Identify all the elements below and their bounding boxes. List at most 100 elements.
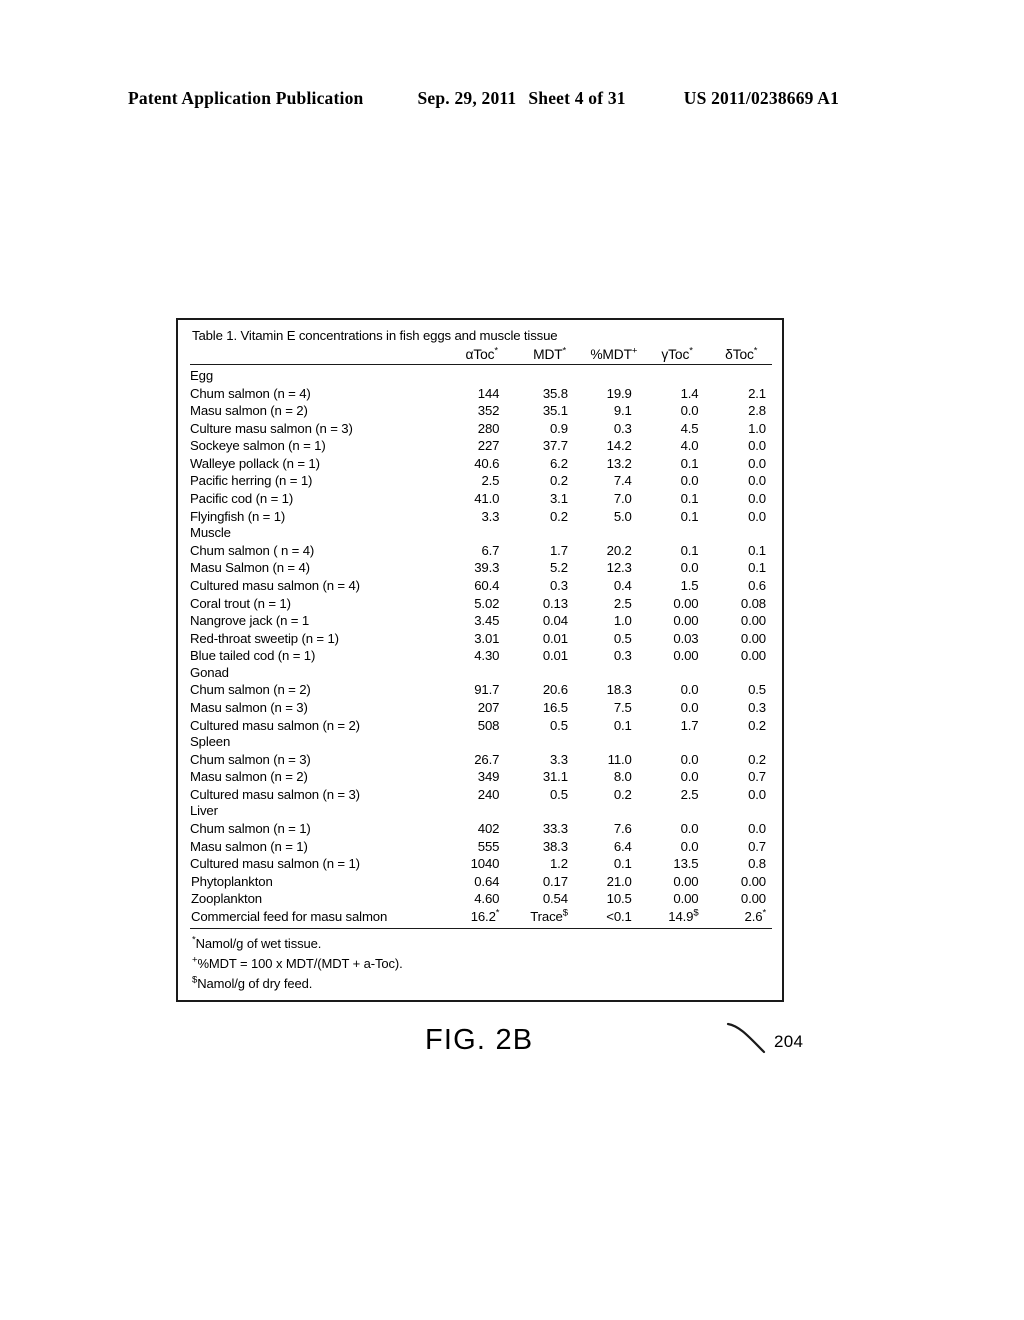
cell-atoc: 6.7 xyxy=(481,542,500,558)
cell-pmdt: 6.4 xyxy=(613,838,632,854)
table-row: Cultured masu salmon (n = 3) 240 0.5 0.2 2.5… xyxy=(190,786,772,804)
cell-atoc: 3.45 xyxy=(474,613,500,629)
cell-gtoc: 0.0 xyxy=(680,473,699,489)
group-label: Gonad xyxy=(190,664,229,680)
cell-dtoc: 0.6 xyxy=(748,577,766,593)
row-label: Masu Salmon (n = 4) xyxy=(190,560,310,576)
cell-dtoc: 0.8 xyxy=(748,856,766,872)
cell-gtoc: 0.03 xyxy=(673,630,699,646)
cell-gtoc: 2.5 xyxy=(680,786,699,802)
table-row: Flyingfish (n = 1) 3.3 0.2 5.0 0.1 0.0 xyxy=(190,508,772,526)
cell-pmdt: 12.3 xyxy=(606,560,632,576)
cell-atoc: 60.4 xyxy=(474,577,500,593)
column-header-dtoc: δToc* xyxy=(710,345,772,365)
empty-cell xyxy=(710,803,772,820)
empty-cell xyxy=(582,734,646,751)
column-header-row: αToc* MDT* %MDT+ γToc* δToc* xyxy=(190,345,772,365)
empty-cell xyxy=(710,665,772,682)
cell-gtoc: 0.0 xyxy=(680,769,699,785)
table-row: Culture masu salmon (n = 3) 280 0.9 0.3 4.5 1… xyxy=(190,420,772,438)
table-row: Cultured masu salmon (n = 1) 1040 1.2 0.1 13… xyxy=(190,855,772,873)
cell-atoc: 3.3 xyxy=(481,508,500,524)
footnote-marker: * xyxy=(753,345,758,357)
table-header: αToc* MDT* %MDT+ γToc* δToc* xyxy=(190,345,772,368)
cell-atoc: 508 xyxy=(477,717,500,733)
cell-mdt: 0.17 xyxy=(542,873,568,889)
footnote-marker: + xyxy=(631,345,638,357)
row-label: Red-throat sweetip (n = 1) xyxy=(190,630,339,646)
empty-cell xyxy=(710,368,772,385)
cell-pmdt: 7.6 xyxy=(613,820,632,836)
empty-cell xyxy=(582,665,646,682)
row-label: Chum salmon ( n = 4) xyxy=(190,542,315,558)
cell-mdt: 0.2 xyxy=(550,508,568,524)
table-title: Table 1. Vitamin E concentrations in fis… xyxy=(192,328,558,343)
row-label: Commercial feed for masu salmon xyxy=(190,907,451,929)
table-row: Chum salmon (n = 1) 402 33.3 7.6 0.0 0.0 xyxy=(190,820,772,838)
cell-atoc: 280 xyxy=(477,420,500,436)
cell-mdt: 0.01 xyxy=(542,630,568,646)
row-label: Zooplankton xyxy=(191,891,262,907)
footnote-marker: $ xyxy=(562,907,568,919)
column-header-pmdt: %MDT+ xyxy=(581,345,646,365)
cell-dtoc: 0.0 xyxy=(748,455,766,471)
cell-dtoc: 0.1 xyxy=(748,542,766,558)
cell-gtoc: 0.00 xyxy=(673,891,699,907)
footnote-marker: + xyxy=(192,954,198,966)
empty-cell xyxy=(517,525,582,542)
empty-cell xyxy=(646,734,711,751)
footnote: +%MDT = 100 x MDT/(MDT + a-Toc). xyxy=(192,954,403,971)
empty-cell xyxy=(646,803,711,820)
cell-mdt: 0.5 xyxy=(550,786,568,802)
reference-numeral-204: 204 xyxy=(774,1031,804,1051)
row-label: Chum salmon (n = 4) xyxy=(190,385,311,401)
vitamin-e-table: αToc* MDT* %MDT+ γToc* δToc* Egg Chum sal… xyxy=(190,345,772,929)
cell-atoc: 91.7 xyxy=(474,682,500,698)
table-group-row: Muscle xyxy=(190,525,772,542)
table-row: Cultured masu salmon (n = 2) 508 0.5 0.1 1.7… xyxy=(190,717,772,735)
cell-pmdt: 13.2 xyxy=(606,455,632,471)
table-row: Blue tailed cod (n = 1) 4.30 0.01 0.3 0.00 0.… xyxy=(190,647,772,665)
table-row: Masu Salmon (n = 4) 39.3 5.2 12.3 0.0 0.1 xyxy=(190,559,772,577)
cell-pmdt: 0.1 xyxy=(613,717,632,733)
cell-gtoc: 0.0 xyxy=(680,820,699,836)
cell-atoc: 26.7 xyxy=(474,751,500,767)
cell-mdt: 0.3 xyxy=(550,577,568,593)
table-row: Masu salmon (n = 2) 352 35.1 9.1 0.0 2.8 xyxy=(190,402,772,420)
cell-mdt: 0.5 xyxy=(550,717,568,733)
row-label: Cultured masu salmon (n = 1) xyxy=(190,856,360,872)
cell-gtoc: 0.1 xyxy=(680,491,699,507)
cell-gtoc: 0.0 xyxy=(680,682,699,698)
footnote: $Namol/g of dry feed. xyxy=(192,974,313,991)
row-label: Chum salmon (n = 3) xyxy=(190,751,311,767)
cell-dtoc: 0.00 xyxy=(740,648,766,664)
cell-pmdt: 7.0 xyxy=(613,491,632,507)
cell-pmdt: 18.3 xyxy=(606,682,632,698)
group-label: Spleen xyxy=(190,734,231,750)
table-row: Cultured masu salmon (n = 4) 60.4 0.3 0.4 1.… xyxy=(190,577,772,595)
cell-atoc: 4.30 xyxy=(474,648,500,664)
table-group-row: Gonad xyxy=(190,665,772,682)
cell-mdt: 16.5 xyxy=(542,700,568,715)
empty-cell xyxy=(517,665,582,682)
cell-mdt: 1.2 xyxy=(550,856,568,872)
cell-gtoc: 0.1 xyxy=(680,508,699,524)
cell-pmdt: 10.5 xyxy=(606,891,632,907)
row-label: Nangrove jack (n = 1 xyxy=(190,613,310,629)
cell-pmdt: 11.0 xyxy=(607,751,632,767)
cell-pmdt: 1.0 xyxy=(613,613,632,629)
row-label: Masu salmon (n = 3) xyxy=(190,700,308,715)
empty-cell xyxy=(517,803,582,820)
row-label: Masu salmon (n = 1) xyxy=(190,838,308,854)
empty-cell xyxy=(517,734,582,751)
cell-atoc: 3.01 xyxy=(474,630,500,646)
cell-pmdt: 0.1 xyxy=(613,856,632,872)
empty-cell xyxy=(450,525,517,542)
empty-cell xyxy=(646,665,711,682)
cell-pmdt: 2.5 xyxy=(613,595,632,611)
cell-dtoc: 0.0 xyxy=(748,438,766,454)
cell-mdt: 3.1 xyxy=(550,491,568,507)
cell-pmdt: 7.5 xyxy=(613,700,632,715)
row-label: Cultured masu salmon (n = 2) xyxy=(190,717,360,733)
cell-dtoc: 0.7 xyxy=(748,769,766,785)
